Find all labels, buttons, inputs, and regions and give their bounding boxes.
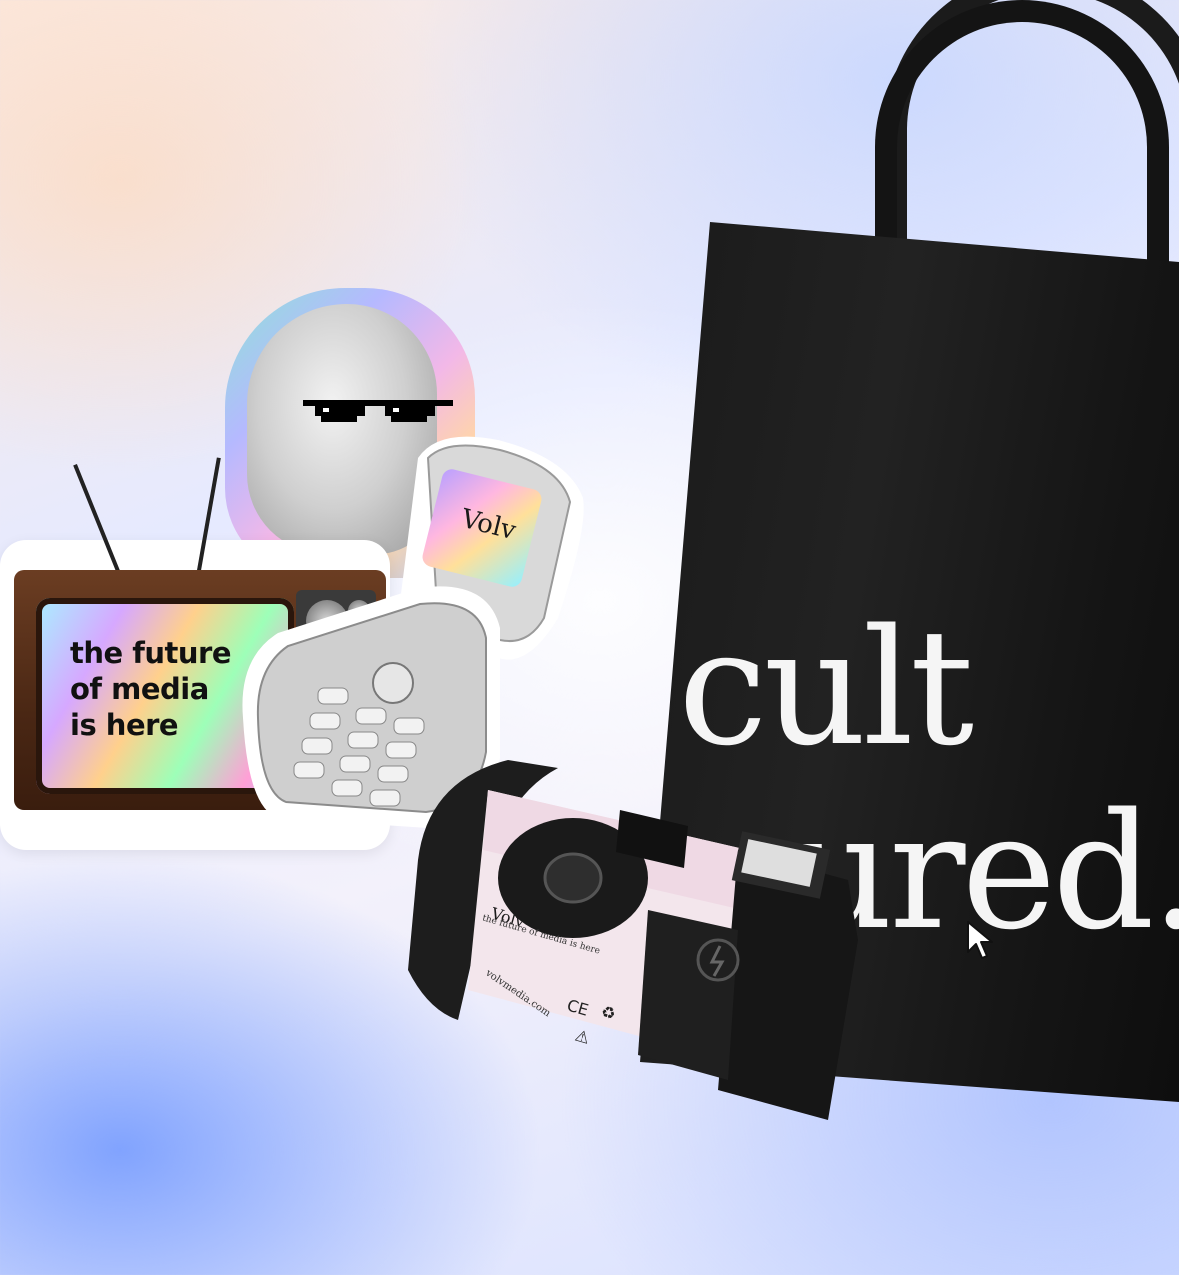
tv-text-line3: is here	[70, 708, 179, 742]
tv-text-line1: the future	[70, 636, 232, 670]
tv-screen-text: the future of media is here	[70, 635, 232, 743]
disposable-camera: CE ♻ ⚠ Volv the future of media is here …	[388, 760, 868, 1120]
camera-body: CE ♻ ⚠	[408, 760, 858, 1120]
svg-text:⚠: ⚠	[573, 1026, 592, 1048]
tote-text-line1: cult	[678, 594, 974, 781]
tv-text-line2: of media	[70, 672, 209, 706]
cursor-arrow-icon	[967, 921, 993, 959]
